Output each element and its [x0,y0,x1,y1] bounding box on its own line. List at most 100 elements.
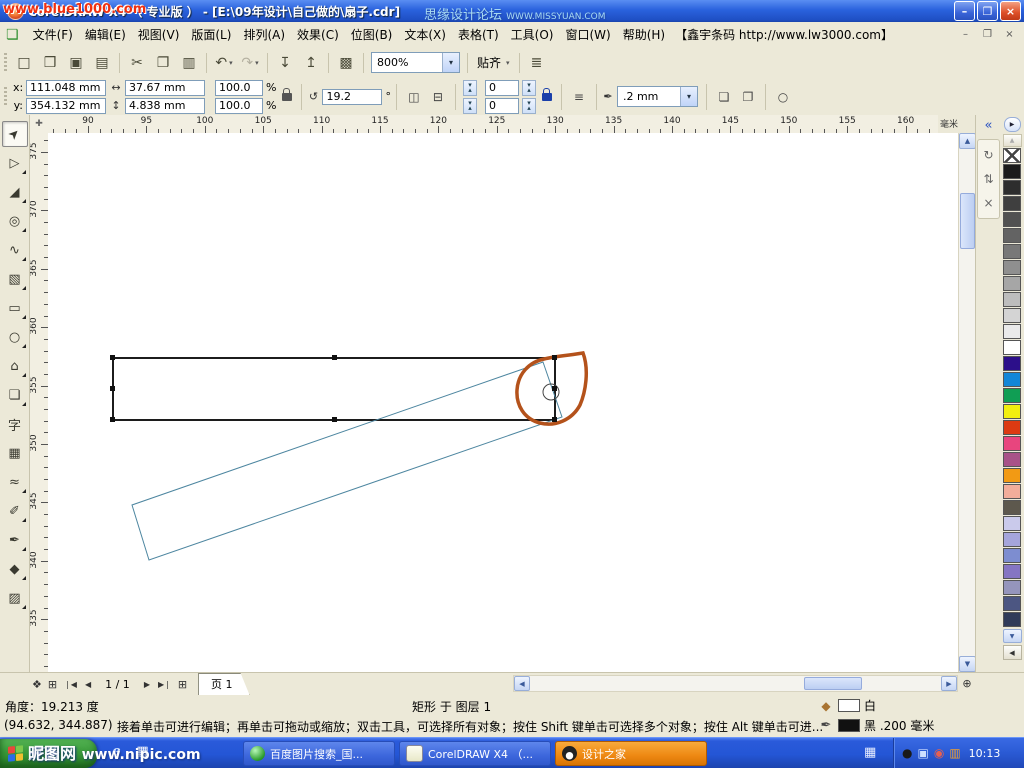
scale-width-field[interactable] [215,80,263,96]
add-page-button[interactable]: ⊞ [178,678,187,691]
menu-item[interactable]: 工具(O) [505,23,560,46]
copy-button[interactable]: ❐ [151,51,175,75]
restore-button[interactable]: ❐ [977,1,998,21]
color-swatch[interactable] [1003,580,1021,595]
scroll-right-button[interactable]: ▶ [941,676,957,691]
scale-height-field[interactable] [215,98,263,114]
smart-fill-tool[interactable]: ▧ [2,266,28,292]
options-button[interactable]: ≣ [525,51,549,75]
spinner-icon[interactable]: ▾▴ [463,98,477,114]
menu-item[interactable]: 效果(C) [291,23,345,46]
taskbar-task[interactable]: 设计之家 [555,741,707,766]
polygon-tool[interactable]: ⌂ [2,353,28,379]
color-swatch[interactable] [1003,436,1021,451]
color-swatch[interactable] [1003,468,1021,483]
pick-tool[interactable]: ➤ [2,121,28,147]
color-swatch[interactable] [1003,452,1021,467]
snap-dropdown[interactable]: 贴齐 ▾ [472,54,515,71]
corner-radius-field-2[interactable] [485,98,519,114]
combo-arrow-icon[interactable]: ▾ [680,87,697,106]
combo-arrow-icon[interactable]: ▾ [442,53,459,72]
undo-button[interactable]: ↶▾ [212,51,236,75]
drawing-canvas[interactable] [48,133,958,672]
mirror-horizontal-button[interactable]: ◫ [403,86,425,108]
rotation-angle-field[interactable] [322,89,382,105]
vertical-scrollbar[interactable]: ▲ ▼ [958,133,975,672]
menu-item[interactable]: 排列(A) [237,23,291,46]
color-swatch[interactable] [1003,340,1021,355]
mirror-vertical-button[interactable]: ⊟ [427,86,449,108]
selection-handle[interactable] [332,417,337,422]
scroll-down-button[interactable]: ▼ [959,656,976,672]
color-swatch[interactable] [1003,196,1021,211]
print-button[interactable]: ▤ [90,51,114,75]
selected-rectangle[interactable] [113,358,555,420]
color-swatch[interactable] [1003,372,1021,387]
color-swatch[interactable] [1003,356,1021,371]
interactive-fill-tool[interactable]: ▨ [2,585,28,611]
color-swatch[interactable] [1003,484,1021,499]
menu-item[interactable]: 表格(T) [452,23,505,46]
minimize-button[interactable]: – [954,1,975,21]
outline-pen-tool[interactable]: ✒ [2,527,28,553]
color-swatch[interactable] [1003,404,1021,419]
color-swatch[interactable] [1003,500,1021,515]
scale-docker-icon[interactable]: ⇅ [983,172,993,186]
propbar-grip[interactable] [4,87,7,107]
color-swatch[interactable] [1003,180,1021,195]
clock[interactable]: 10:13 [969,747,1001,760]
last-page-button[interactable]: ▶❘ [158,680,171,689]
selection-handle[interactable] [110,386,115,391]
color-swatch[interactable] [1003,612,1021,627]
previous-page-button[interactable]: ◀ [85,680,91,689]
to-back-button[interactable]: ❐ [737,86,759,108]
spinner-icon[interactable]: ▾▴ [463,80,477,96]
color-swatch[interactable] [1003,212,1021,227]
input-method-icon[interactable]: ▦ [864,745,876,760]
save-button[interactable]: ▣ [64,51,88,75]
palette-scroll-up-button[interactable]: ▲ [1003,134,1022,147]
doc-close-button[interactable]: × [1001,27,1018,43]
selection-handle[interactable] [110,417,115,422]
spinner-icon[interactable]: ▾▴ [522,80,536,96]
docker-collapse-button[interactable]: « [985,118,993,133]
width-field[interactable] [125,80,205,96]
color-swatch[interactable] [1003,388,1021,403]
corner-lock-icon[interactable] [542,93,552,101]
to-front-button[interactable]: ❏ [713,86,735,108]
taskbar-task[interactable]: CorelDRAW X4 （... [399,741,551,766]
no-color-swatch[interactable] [1003,148,1021,163]
vertical-scroll-thumb[interactable] [960,193,975,249]
wrap-text-button[interactable]: ≡ [568,86,590,108]
selection-handle[interactable] [552,355,557,360]
add-page-button[interactable]: ⊞ [48,678,57,691]
outline-color-chip[interactable] [838,719,860,732]
scroll-up-button[interactable]: ▲ [959,133,976,149]
convert-nodes-button[interactable]: ○ [772,86,794,108]
palette-scroll-down-button[interactable]: ▼ [1003,629,1022,643]
color-swatch[interactable] [1003,244,1021,259]
menu-item[interactable]: 窗口(W) [559,23,616,46]
color-swatch[interactable] [1003,596,1021,611]
open-button[interactable]: ❒ [38,51,62,75]
rotating-rectangle-preview[interactable] [132,362,562,560]
freehand-tool[interactable]: ∿ [2,237,28,263]
color-swatch[interactable] [1003,228,1021,243]
teardrop-shape[interactable] [517,353,586,424]
selection-handle[interactable] [332,355,337,360]
menu-item[interactable]: 视图(V) [132,23,186,46]
eyedropper-tool[interactable]: ✐ [2,498,28,524]
horizontal-ruler[interactable]: 9095100105110115120125130135140145150155… [48,115,938,134]
vertical-ruler[interactable]: 375370365360355350345340335 [30,133,49,672]
doc-restore-button[interactable]: ❐ [979,27,996,43]
table-tool[interactable]: ▦ [2,440,28,466]
next-page-button[interactable]: ▶ [144,680,150,689]
docker-close-icon[interactable]: × [983,196,993,210]
card-tray-icon[interactable]: ▥ [949,746,960,760]
color-swatch[interactable] [1003,260,1021,275]
fill-tool[interactable]: ◆ [2,556,28,582]
outline-width-combo[interactable]: .2 mm ▾ [617,86,698,107]
doc-minimize-button[interactable]: – [957,27,974,43]
ellipse-tool[interactable]: ○ [2,324,28,350]
menu-item[interactable]: 帮助(H) [617,23,671,46]
